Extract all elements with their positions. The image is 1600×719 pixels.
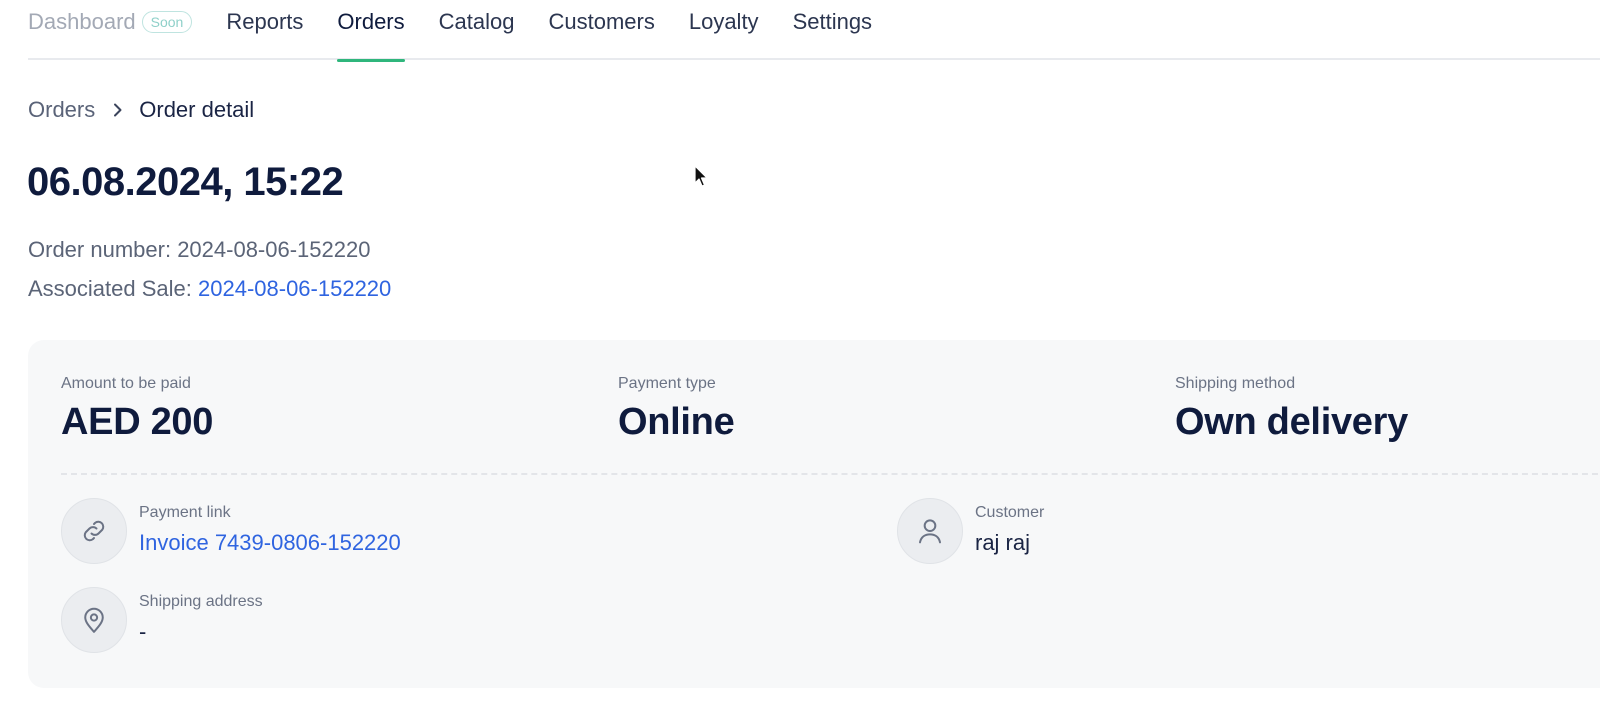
amount-value: AED 200 (61, 401, 214, 443)
payment-type-value: Online (618, 401, 735, 443)
amount-label: Amount to be paid (61, 375, 191, 392)
shipping-method-value: Own delivery (1175, 401, 1408, 443)
associated-sale-link[interactable]: 2024-08-06-152220 (198, 276, 391, 301)
shipping-method-label: Shipping method (1175, 375, 1296, 392)
nav-item-label: Catalog (438, 9, 515, 34)
amount-stat: Amount to be paid AED 200 (61, 375, 213, 444)
customer-info: Customer raj raj (897, 498, 1044, 564)
mouse-cursor-icon (694, 165, 710, 194)
nav-item-orders[interactable]: Orders (337, 0, 405, 62)
user-icon (897, 498, 963, 564)
soon-badge: Soon (141, 11, 193, 33)
nav-item-loyalty[interactable]: Loyalty (689, 0, 759, 60)
order-summary-card: Amount to be paid AED 200 Payment type O… (28, 340, 1600, 688)
breadcrumb-current: Order detail (139, 97, 255, 122)
payment-link-info: Payment link Invoice 7439-0806-152220 (61, 498, 401, 564)
breadcrumb-orders-link[interactable]: Orders (28, 97, 95, 123)
shipping-method-stat: Shipping method Own delivery (1175, 375, 1408, 444)
divider (61, 473, 1600, 475)
link-icon (61, 498, 127, 564)
location-pin-icon (61, 587, 127, 653)
shipping-address-label: Shipping address (139, 593, 263, 610)
order-number-value: 2024-08-06-152220 (177, 237, 371, 262)
nav-item-customers[interactable]: Customers (548, 0, 654, 60)
nav-item-label: Orders (337, 9, 405, 34)
page-title: 06.08.2024, 15:22 (27, 160, 344, 204)
chevron-right-icon (113, 103, 123, 117)
associated-sale-line: Associated Sale: 2024-08-06-152220 (28, 276, 391, 302)
nav-item-dashboard: Dashboard Soon (28, 0, 193, 60)
shipping-address-value: - (139, 619, 147, 644)
nav-item-catalog[interactable]: Catalog (439, 0, 515, 60)
nav-item-settings[interactable]: Settings (793, 0, 873, 60)
order-number-label: Order number: (28, 237, 172, 262)
customer-label: Customer (975, 504, 1045, 521)
nav-item-label: Settings (792, 9, 873, 34)
order-number-line: Order number: 2024-08-06-152220 (28, 237, 370, 263)
payment-type-label: Payment type (618, 375, 716, 392)
customer-text: Customer raj raj (975, 504, 1044, 556)
top-navigation: Dashboard Soon Reports Orders Catalog Cu… (28, 0, 1600, 62)
associated-sale-label: Associated Sale: (28, 276, 192, 301)
shipping-address-text: Shipping address - (139, 593, 263, 645)
payment-type-stat: Payment type Online (618, 375, 735, 444)
nav-item-label: Dashboard (28, 9, 136, 34)
payment-link-text: Payment link Invoice 7439-0806-152220 (139, 504, 401, 556)
breadcrumb: Orders Order detail (28, 97, 254, 123)
nav-item-label: Reports (226, 9, 304, 34)
shipping-address-info: Shipping address - (61, 587, 263, 653)
nav-item-reports[interactable]: Reports (226, 0, 303, 60)
payment-link-value[interactable]: Invoice 7439-0806-152220 (139, 530, 401, 556)
nav-item-label: Customers (548, 9, 655, 34)
customer-value: raj raj (975, 530, 1031, 555)
nav-item-label: Loyalty (688, 9, 759, 34)
payment-link-label: Payment link (139, 504, 231, 521)
